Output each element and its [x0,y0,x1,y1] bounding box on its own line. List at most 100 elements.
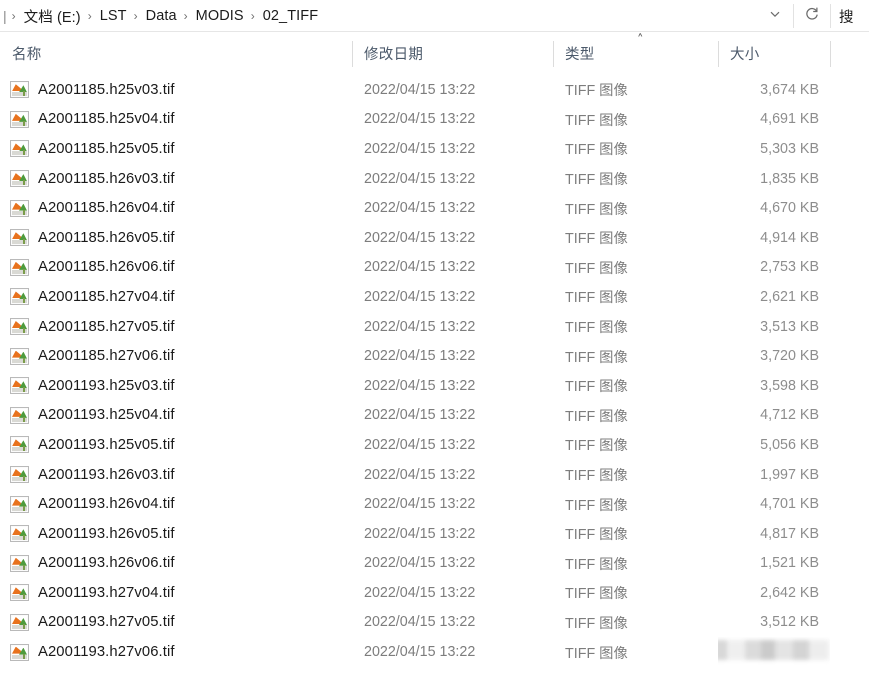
table-row[interactable]: A2001185.h26v03.tif 2022/04/15 13:22 TIFF … [0,163,869,194]
file-name-label: A2001193.h25v03.tif [38,377,175,394]
table-row[interactable]: A2001185.h25v05.tif 2022/04/15 13:22 TIFF … [0,134,869,164]
column-header-name[interactable]: 名称 [0,32,352,75]
file-date-modified-cell: 2022/04/15 13:22 [364,496,476,513]
file-list[interactable]: A2001185.h25v03.tif 2022/04/15 13:22 TIFF … [0,75,869,667]
file-name-cell[interactable]: A2001193.h25v03.tif [0,371,352,401]
table-row[interactable]: A2001193.h27v04.tif 2022/04/15 13:22 TIFF … [0,578,869,608]
breadcrumb-overflow-indicator[interactable]: | [2,8,7,24]
file-date-modified-cell: 2022/04/15 13:22 [364,81,476,98]
file-name-cell[interactable]: A2001193.h27v05.tif [0,608,352,638]
file-name-cell[interactable]: A2001185.h25v03.tif [0,75,352,105]
table-row[interactable]: A2001193.h27v05.tif 2022/04/15 13:22 TIFF … [0,607,869,638]
table-row[interactable]: A2001193.h26v05.tif 2022/04/15 13:22 TIFF … [0,518,869,549]
file-name-cell[interactable]: A2001193.h25v05.tif [0,430,352,460]
redacted-size-overlay [718,637,829,667]
table-row[interactable]: A2001185.h27v04.tif 2022/04/15 13:22 TIFF … [0,282,869,312]
file-date-modified-cell: 2022/04/15 13:22 [364,466,476,483]
file-name-cell[interactable]: A2001185.h26v03.tif [0,164,352,194]
file-name-label: A2001185.h27v04.tif [38,288,175,305]
column-divider-type[interactable] [553,41,554,67]
table-row[interactable]: A2001193.h26v04.tif 2022/04/15 13:22 TIFF … [0,489,869,519]
table-row[interactable]: A2001193.h25v05.tif 2022/04/15 13:22 TIFF … [0,430,869,460]
tiff-image-icon [10,495,29,513]
table-row[interactable]: A2001185.h27v06.tif 2022/04/15 13:22 TIFF … [0,341,869,371]
table-row[interactable]: A2001193.h25v04.tif 2022/04/15 13:22 TIFF … [0,400,869,431]
table-row[interactable]: A2001185.h26v04.tif 2022/04/15 13:22 TIFF … [0,193,869,223]
column-divider-date[interactable] [352,41,353,67]
file-name-cell[interactable]: A2001185.h25v05.tif [0,134,352,164]
file-type-cell: TIFF 图像 [565,290,628,307]
tiff-image-icon [10,613,29,631]
breadcrumb-separator-0[interactable]: › [8,10,21,22]
breadcrumb-item-data[interactable]: Data [143,6,180,26]
file-size-cell: 2,753 KB [760,259,819,276]
tiff-image-icon [10,81,29,99]
file-date-modified-cell: 2022/04/15 13:22 [364,288,476,305]
file-name-cell[interactable]: A2001185.h27v04.tif [0,282,352,312]
file-name-cell[interactable]: A2001185.h26v04.tif [0,193,352,223]
column-header-date-modified-label: 修改日期 [364,47,424,63]
column-header-name-label: 名称 [12,47,42,63]
file-name-cell[interactable]: A2001193.h27v06.tif [0,637,352,667]
file-name-label: A2001185.h25v03.tif [38,81,175,98]
file-name-cell[interactable]: A2001193.h26v06.tif [0,549,352,579]
refresh-button[interactable] [794,0,830,32]
file-name-cell[interactable]: A2001185.h26v06.tif [0,253,352,283]
file-type-cell: TIFF 图像 [565,142,628,159]
breadcrumb[interactable]: | › 文档 (E:) › LST › Data › MODIS › 02_TI… [0,4,757,29]
column-header-date-modified[interactable]: 修改日期 [352,32,553,75]
file-size-cell: 3,674 KB [760,81,819,98]
file-size-cell: 4,691 KB [760,111,819,128]
file-size-cell: 4,712 KB [760,407,819,424]
file-name-cell[interactable]: A2001185.h27v05.tif [0,312,352,342]
breadcrumb-item-lst[interactable]: LST [97,6,130,26]
breadcrumb-separator-4[interactable]: › [247,10,260,22]
file-type-cell: TIFF 图像 [565,556,628,573]
file-name-label: A2001193.h26v06.tif [38,555,175,572]
tiff-image-icon [10,466,29,484]
search-input[interactable]: 搜 [831,0,869,32]
column-header-size-label: 大小 [730,47,760,63]
file-type-cell: TIFF 图像 [565,379,628,396]
table-row[interactable]: A2001193.h26v03.tif 2022/04/15 13:22 TIFF … [0,459,869,490]
file-size-cell: 4,817 KB [760,525,819,542]
breadcrumb-item-drive[interactable]: 文档 (E:) [21,4,84,29]
tiff-image-icon [10,318,29,336]
tiff-image-icon [10,288,29,306]
file-name-cell[interactable]: A2001193.h26v04.tif [0,489,352,519]
address-bar[interactable]: | › 文档 (E:) › LST › Data › MODIS › 02_TI… [0,0,869,32]
breadcrumb-separator-3[interactable]: › [180,10,193,22]
file-name-cell[interactable]: A2001185.h27v06.tif [0,341,352,371]
column-divider-end[interactable] [830,41,831,67]
table-row[interactable]: A2001185.h27v05.tif 2022/04/15 13:22 TIFF … [0,311,869,342]
breadcrumb-item-modis[interactable]: MODIS [193,6,247,26]
table-row[interactable]: A2001193.h27v06.tif 2022/04/15 13:22 TIFF … [0,637,869,667]
breadcrumb-separator-1[interactable]: › [84,10,97,22]
file-name-cell[interactable]: A2001193.h27v04.tif [0,578,352,608]
column-header-type[interactable]: 类型 ˄ [553,32,718,75]
tiff-image-icon [10,584,29,602]
file-name-label: A2001193.h27v04.tif [38,584,175,601]
file-name-cell[interactable]: A2001193.h26v05.tif [0,519,352,549]
column-divider-size[interactable] [718,41,719,67]
file-date-modified-cell: 2022/04/15 13:22 [364,436,476,453]
file-name-cell[interactable]: A2001185.h26v05.tif [0,223,352,253]
table-row[interactable]: A2001193.h25v03.tif 2022/04/15 13:22 TIFF … [0,370,869,401]
breadcrumb-separator-2[interactable]: › [130,10,143,22]
file-date-modified-cell: 2022/04/15 13:22 [364,259,476,276]
file-name-cell[interactable]: A2001193.h25v04.tif [0,401,352,431]
table-row[interactable]: A2001185.h25v03.tif 2022/04/15 13:22 TIFF … [0,75,869,105]
table-row[interactable]: A2001185.h26v06.tif 2022/04/15 13:22 TIFF … [0,252,869,283]
file-name-cell[interactable]: A2001193.h26v03.tif [0,460,352,490]
table-row[interactable]: A2001193.h26v06.tif 2022/04/15 13:22 TIFF … [0,548,869,579]
breadcrumb-item-02-tiff[interactable]: 02_TIFF [260,6,322,26]
file-size-cell: 4,914 KB [760,229,819,246]
column-header-size[interactable]: 大小 [718,32,830,75]
file-type-cell: TIFF 图像 [565,172,628,189]
file-date-modified-cell: 2022/04/15 13:22 [364,525,476,542]
file-name-cell[interactable]: A2001185.h25v04.tif [0,105,352,135]
sort-ascending-icon: ˄ [637,33,644,48]
table-row[interactable]: A2001185.h26v05.tif 2022/04/15 13:22 TIFF … [0,222,869,253]
history-dropdown-button[interactable] [757,0,793,32]
table-row[interactable]: A2001185.h25v04.tif 2022/04/15 13:22 TIFF … [0,104,869,135]
